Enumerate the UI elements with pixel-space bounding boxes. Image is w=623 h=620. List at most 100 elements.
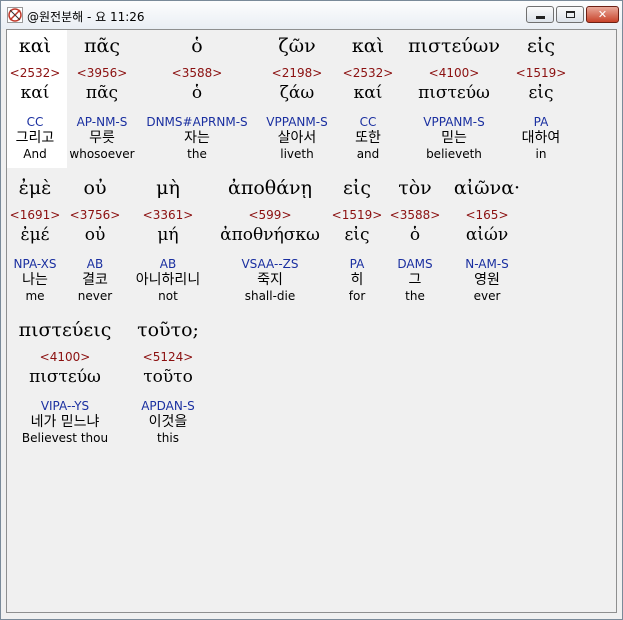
lemma: αἰών [465,225,509,245]
maximize-icon [565,11,575,18]
parsing-code: APDAN-S [141,399,195,413]
interlinear-view[interactable]: καὶ <2532> καί CC 그리고 And πᾶς <3956> πᾶς… [6,29,617,613]
word-item[interactable]: ἐμὲ <1691> ἐμέ NPA-XS 나는 me [7,176,63,304]
strongs-number[interactable]: <5124> [127,349,209,365]
lemma: μή [157,225,179,245]
strongs-number[interactable]: <4100> [399,65,509,81]
word-item[interactable]: ἀποθάνῃ <599> ἀποθνήσκω VSAA--ZS 죽지 shal… [213,176,327,304]
korean-gloss: 또한 [355,130,381,146]
strongs-number[interactable]: <165> [445,207,529,223]
lemma: πιστεύω [29,367,101,387]
lemma: πιστεύω [418,83,490,103]
english-gloss: believeth [426,147,482,161]
parsing-code: PA [349,257,365,271]
word-item[interactable]: τοῦτο; <5124> τοῦτο APDAN-S 이것을 this [127,318,209,446]
word-item[interactable]: πιστεύεις <4100> πιστεύω VIPA--YS 네가 믿느냐… [7,318,123,446]
word-item[interactable]: ὁ <3588> ὁ DNMS#APRNM-S 자는 the [141,34,253,162]
korean-gloss: 이것을 [148,414,188,430]
strongs-number[interactable]: <599> [213,207,327,223]
korean-gloss: 그리고 [15,130,55,146]
minimize-button[interactable] [526,6,554,23]
english-gloss: not [158,289,178,303]
lemma: τοῦτο [143,367,193,387]
word-item[interactable]: ζῶν <2198> ζάω VPPANM-S 살아서 liveth [257,34,337,162]
korean-gloss: 결코 [82,272,108,288]
word-item[interactable]: εἰς <1519> εἰς PA 대하여 in [511,34,571,162]
word-item[interactable]: καὶ <2532> καί CC 또한 and [341,34,395,162]
lemma: καί [353,83,383,103]
korean-gloss: 아니하리니 [135,272,201,288]
parsing-code: VSAA--ZS [241,257,299,271]
word-item[interactable]: εἰς <1519> εἰς PA 히 for [331,176,383,304]
greek-word: ὁ [191,35,203,57]
parsing-code: AP-NM-S [76,115,128,129]
strongs-number[interactable]: <2532> [7,65,63,81]
lemma: ὁ [191,83,203,103]
english-gloss: Believest thou [21,431,109,445]
title-bar[interactable]: @원전분해 - 요 11:26 ✕ [1,1,622,29]
english-gloss: for [348,289,366,303]
strongs-number[interactable]: <1519> [511,65,571,81]
strongs-number[interactable]: <2532> [341,65,395,81]
close-button[interactable]: ✕ [586,6,619,23]
parsing-code: VIPA--YS [40,399,90,413]
app-compass-icon [7,7,23,23]
parsing-code: DNMS#APRNM-S [146,115,248,129]
maximize-button[interactable] [556,6,584,23]
korean-gloss: 히 [350,272,364,288]
parsing-code: N-AM-S [465,257,509,271]
english-gloss: the [187,147,207,161]
greek-word: καὶ [351,35,385,57]
korean-gloss: 그 [408,272,422,288]
lemma: ζάω [279,83,315,103]
parsing-code: VPPANM-S [423,115,485,129]
close-icon: ✕ [597,8,608,21]
minimize-icon [535,15,545,19]
strongs-number[interactable]: <4100> [7,349,123,365]
korean-gloss: 영원 [474,272,500,288]
english-gloss: liveth [280,147,314,161]
korean-gloss: 무릇 [89,130,115,146]
greek-word: πᾶς [84,35,120,57]
word-item[interactable]: πᾶς <3956> πᾶς AP-NM-S 무릇 whosoever [67,34,137,162]
word-item[interactable]: καὶ <2532> καί CC 그리고 And [7,34,63,162]
english-gloss: whosoever [69,147,135,161]
lemma: ὁ [409,225,421,245]
korean-gloss: 죽지 [257,272,283,288]
strongs-number[interactable]: <2198> [257,65,337,81]
korean-gloss: 나는 [22,272,48,288]
greek-word: καὶ [18,35,52,57]
korean-gloss: 자는 [184,130,210,146]
strongs-number[interactable]: <3756> [67,207,123,223]
app-window: @원전분해 - 요 11:26 ✕ καὶ <2532> καί CC 그리고 … [0,0,623,620]
strongs-number[interactable]: <3361> [125,207,211,223]
english-gloss: And [23,147,47,161]
greek-word: πιστεύων [408,35,500,57]
strongs-number[interactable]: <1519> [331,207,383,223]
parsing-code: AB [159,257,177,271]
parsing-code: CC [26,115,44,129]
greek-word: τὸν [398,177,432,199]
greek-word: ζῶν [278,35,316,57]
lemma: πᾶς [85,83,119,103]
strongs-number[interactable]: <3956> [67,65,137,81]
lemma: εἰς [528,83,554,103]
english-gloss: this [157,431,179,445]
word-item[interactable]: αἰῶνα· <165> αἰών N-AM-S 영원 ever [445,176,529,304]
word-item[interactable]: οὐ <3756> οὐ AB 결코 never [67,176,123,304]
greek-word: εἰς [343,177,371,199]
greek-word: ἐμὲ [18,177,52,199]
parsing-code: VPPANM-S [266,115,328,129]
lemma: ἐμέ [20,225,50,245]
greek-word: εἰς [527,35,555,57]
word-item[interactable]: τὸν <3588> ὁ DAMS 그 the [387,176,443,304]
parsing-code: AB [86,257,104,271]
strongs-number[interactable]: <3588> [387,207,443,223]
word-item[interactable]: πιστεύων <4100> πιστεύω VPPANM-S 믿는 beli… [399,34,509,162]
word-item[interactable]: μὴ <3361> μή AB 아니하리니 not [125,176,211,304]
greek-word: πιστεύεις [18,319,112,341]
lemma: ἀποθνήσκω [220,225,320,245]
korean-gloss: 네가 믿느냐 [30,414,100,430]
strongs-number[interactable]: <1691> [7,207,63,223]
strongs-number[interactable]: <3588> [141,65,253,81]
